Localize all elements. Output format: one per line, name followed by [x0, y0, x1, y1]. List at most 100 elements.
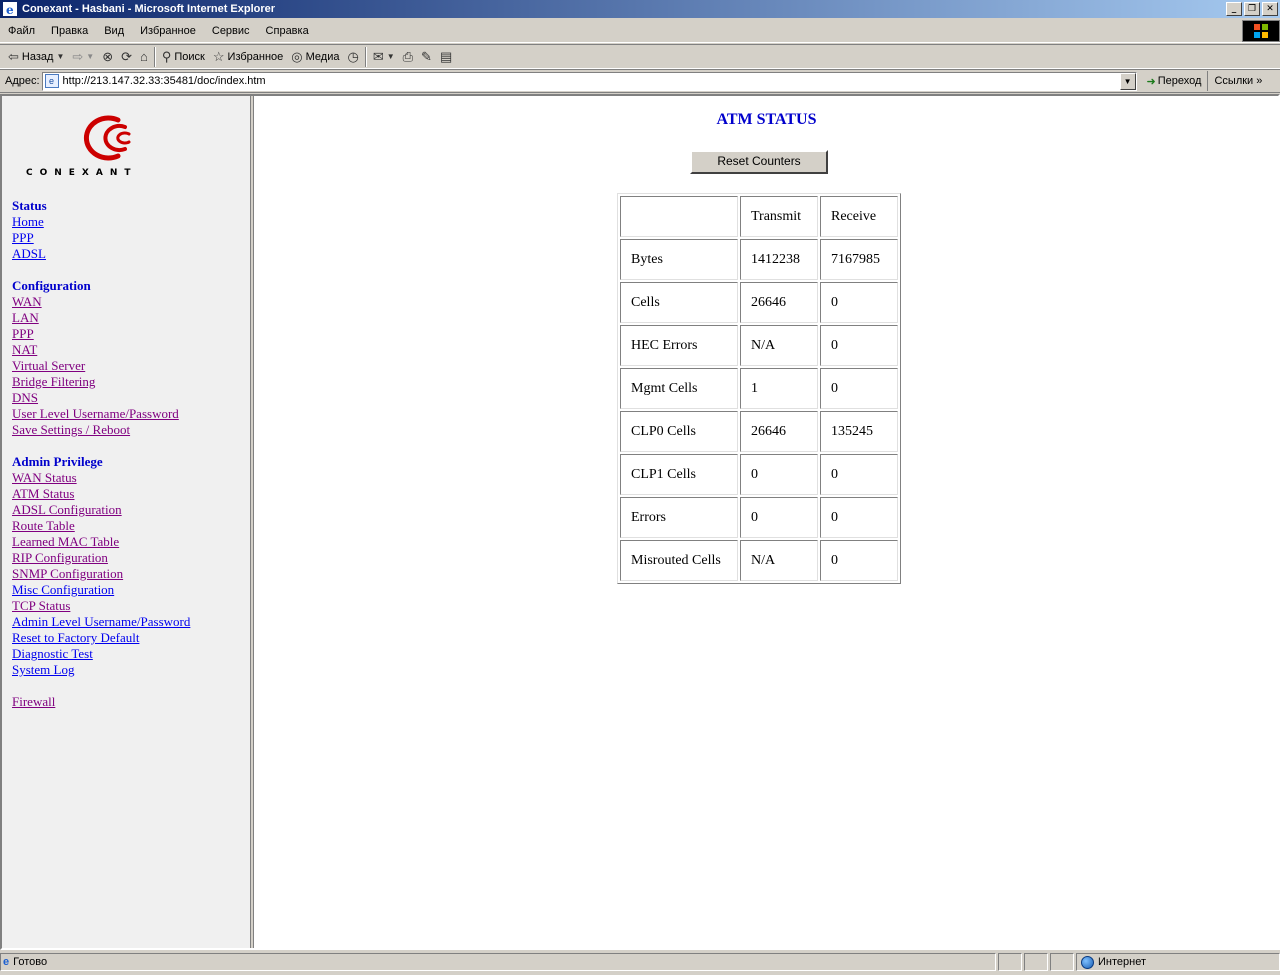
print-icon: ⎙ — [402, 48, 414, 64]
nav-link-wan-status[interactable]: WAN Status — [12, 470, 190, 486]
browser-viewport: CONEXANT Status Home PPP ADSL Configurat… — [0, 94, 1280, 950]
transmit-value: N/A — [740, 540, 818, 581]
table-row: CLP1 Cells 0 0 — [620, 454, 898, 495]
back-button[interactable]: ⇦ Назад ▼ — [4, 46, 68, 68]
nav-link-lan[interactable]: LAN — [12, 310, 190, 326]
status-cell — [1050, 953, 1074, 971]
receive-value: 0 — [820, 282, 898, 323]
nav-link-route-table[interactable]: Route Table — [12, 518, 190, 534]
go-button[interactable]: ➜ Переход — [1137, 71, 1209, 91]
window-title: Conexant - Hasbani - Microsoft Internet … — [22, 3, 276, 15]
refresh-icon: ⟳ — [121, 48, 132, 64]
address-input[interactable]: e http://213.147.32.33:35481/doc/index.h… — [41, 71, 1137, 91]
mail-icon: ✉ — [372, 48, 384, 64]
navigation-menu: Status Home PPP ADSL Configuration WAN L… — [12, 198, 190, 710]
nav-link-factory-reset[interactable]: Reset to Factory Default — [12, 630, 190, 646]
table-row: CLP0 Cells 26646 135245 — [620, 411, 898, 452]
transmit-value: N/A — [740, 325, 818, 366]
nav-link-save-reboot[interactable]: Save Settings / Reboot — [12, 422, 190, 438]
nav-link-status-ppp[interactable]: PPP — [12, 230, 190, 246]
nav-link-rip-configuration[interactable]: RIP Configuration — [12, 550, 190, 566]
transmit-value: 0 — [740, 454, 818, 495]
forward-arrow-icon: ⇨ — [72, 48, 84, 64]
conexant-logo: CONEXANT — [26, 110, 186, 182]
reset-counters-button[interactable]: Reset Counters — [690, 150, 828, 174]
menu-tools[interactable]: Сервис — [204, 25, 258, 37]
receive-value: 135245 — [820, 411, 898, 452]
nav-link-diagnostic-test[interactable]: Diagnostic Test — [12, 646, 190, 662]
nav-section-status: Status — [12, 198, 47, 213]
nav-link-nat[interactable]: NAT — [12, 342, 190, 358]
transmit-value: 26646 — [740, 282, 818, 323]
edit-icon: ✎ — [421, 48, 432, 64]
back-label: Назад — [21, 50, 54, 63]
forward-button[interactable]: ⇨ ▼ — [68, 46, 98, 68]
table-row: Bytes 1412238 7167985 — [620, 239, 898, 280]
standard-toolbar: ⇦ Назад ▼ ⇨ ▼ ⊗ ⟳ ⌂ ⚲ Поиск ☆ Избранное … — [0, 44, 1280, 69]
refresh-button[interactable]: ⟳ — [117, 46, 136, 68]
links-button[interactable]: Ссылки » — [1208, 75, 1266, 87]
table-row: Cells 26646 0 — [620, 282, 898, 323]
nav-link-user-password[interactable]: User Level Username/Password — [12, 406, 190, 422]
nav-link-home[interactable]: Home — [12, 214, 190, 230]
address-dropdown-button[interactable]: ▼ — [1119, 72, 1136, 90]
print-button[interactable]: ⎙ — [399, 46, 417, 68]
nav-link-tcp-status[interactable]: TCP Status — [12, 598, 190, 614]
svg-text:e: e — [6, 3, 14, 16]
media-icon: ◎ — [291, 48, 303, 64]
nav-link-dns[interactable]: DNS — [12, 390, 190, 406]
nav-link-wan[interactable]: WAN — [12, 294, 190, 310]
table-header-empty — [620, 196, 738, 237]
home-button[interactable]: ⌂ — [136, 46, 152, 68]
nav-link-config-ppp[interactable]: PPP — [12, 326, 190, 342]
nav-link-mac-table[interactable]: Learned MAC Table — [12, 534, 190, 550]
edit-button[interactable]: ✎ — [417, 46, 436, 68]
nav-link-misc-configuration[interactable]: Misc Configuration — [12, 582, 190, 598]
media-label: Медиа — [305, 50, 340, 63]
frame-splitter[interactable] — [251, 96, 254, 948]
search-button[interactable]: ⚲ Поиск — [158, 46, 209, 68]
dropdown-arrow-icon: ▼ — [86, 52, 95, 61]
menu-view[interactable]: Вид — [96, 25, 132, 37]
address-url[interactable]: http://213.147.32.33:35481/doc/index.htm — [63, 75, 1120, 87]
nav-link-system-log[interactable]: System Log — [12, 662, 190, 678]
menu-help[interactable]: Справка — [258, 25, 317, 37]
menu-favorites[interactable]: Избранное — [132, 25, 204, 37]
transmit-value: 1 — [740, 368, 818, 409]
nav-link-atm-status[interactable]: ATM Status — [12, 486, 190, 502]
links-label: Ссылки — [1214, 75, 1254, 87]
status-cell — [998, 953, 1022, 971]
mail-button[interactable]: ✉ ▼ — [369, 46, 399, 68]
nav-link-virtual-server[interactable]: Virtual Server — [12, 358, 190, 374]
nav-link-bridge-filtering[interactable]: Bridge Filtering — [12, 374, 190, 390]
row-label: Errors — [620, 497, 738, 538]
media-button[interactable]: ◎ Медиа — [287, 46, 343, 68]
window-titlebar: e Conexant - Hasbani - Microsoft Interne… — [0, 0, 1280, 18]
restore-button[interactable]: ❐ — [1244, 2, 1260, 16]
minimize-button[interactable]: _ — [1226, 2, 1242, 16]
menu-file[interactable]: Файл — [0, 25, 43, 37]
nav-link-status-adsl[interactable]: ADSL — [12, 246, 190, 262]
stop-button[interactable]: ⊗ — [98, 46, 117, 68]
menu-edit[interactable]: Правка — [43, 25, 96, 37]
table-header-receive: Receive — [820, 196, 898, 237]
transmit-value: 0 — [740, 497, 818, 538]
row-label: Bytes — [620, 239, 738, 280]
receive-value: 7167985 — [820, 239, 898, 280]
close-button[interactable]: ✕ — [1262, 2, 1278, 16]
nav-link-admin-password[interactable]: Admin Level Username/Password — [12, 614, 190, 630]
table-header-transmit: Transmit — [740, 196, 818, 237]
internet-globe-icon — [1081, 955, 1094, 969]
security-zone[interactable]: Интернет — [1076, 953, 1280, 971]
discuss-icon: ▤ — [439, 48, 453, 64]
nav-link-adsl-configuration[interactable]: ADSL Configuration — [12, 502, 190, 518]
search-icon: ⚲ — [161, 48, 172, 64]
address-label: Адрес: — [5, 75, 40, 87]
nav-link-snmp-configuration[interactable]: SNMP Configuration — [12, 566, 190, 582]
nav-link-firewall[interactable]: Firewall — [12, 694, 190, 710]
discuss-button[interactable]: ▤ — [436, 46, 456, 68]
history-button[interactable]: ◷ — [343, 46, 362, 68]
table-row: Errors 0 0 — [620, 497, 898, 538]
status-cell — [1024, 953, 1048, 971]
favorites-button[interactable]: ☆ Избранное — [209, 46, 287, 68]
